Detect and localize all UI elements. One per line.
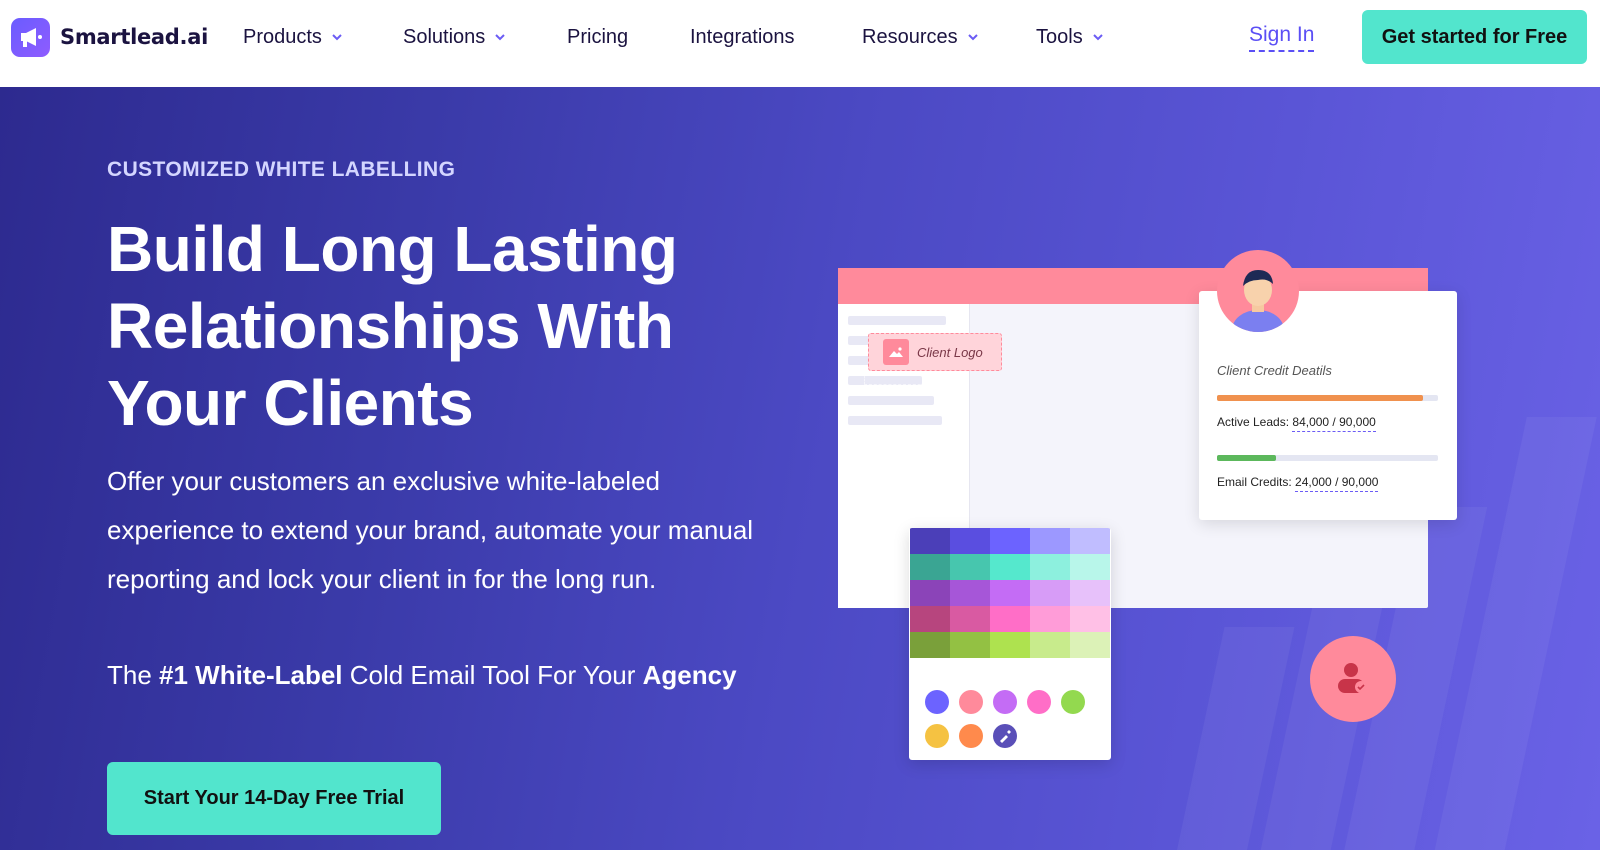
color-dot[interactable] <box>1061 690 1085 714</box>
color-swatch[interactable] <box>950 606 990 632</box>
swatch-grid <box>910 528 1111 658</box>
user-check-badge <box>1310 636 1396 722</box>
color-swatch[interactable] <box>950 580 990 606</box>
eyedropper-icon <box>1000 730 1011 743</box>
color-dot[interactable] <box>1027 690 1051 714</box>
user-check-icon <box>1338 663 1367 693</box>
nav-label: Solutions <box>403 25 486 48</box>
color-swatch[interactable] <box>950 632 990 658</box>
person-icon <box>1232 270 1284 332</box>
client-logo-placeholder: Client Logo <box>868 333 1002 371</box>
brand-name: Smartlead.ai <box>60 25 208 49</box>
tagline-middle: Cold Email Tool For Your <box>342 660 643 690</box>
color-swatch[interactable] <box>990 606 1030 632</box>
color-swatch[interactable] <box>1030 528 1070 554</box>
nav-products[interactable]: Products <box>243 24 344 50</box>
nav-label: Integrations <box>690 25 795 48</box>
hero-tagline: The #1 White-Label Cold Email Tool For Y… <box>107 660 737 691</box>
color-swatch[interactable] <box>910 554 950 580</box>
get-started-button[interactable]: Get started for Free <box>1362 10 1587 64</box>
color-dot[interactable] <box>959 724 983 748</box>
color-swatch[interactable] <box>910 528 950 554</box>
color-swatch[interactable] <box>990 554 1030 580</box>
chevron-down-icon <box>332 34 342 41</box>
email-credits-bar <box>1217 455 1438 461</box>
color-swatch[interactable] <box>910 606 950 632</box>
color-dots <box>925 690 1085 748</box>
color-swatch[interactable] <box>910 632 950 658</box>
active-leads-value: 84,000 / 90,000 <box>1292 415 1376 432</box>
hero-headline: Build Long Lasting Relationships With Yo… <box>107 213 678 439</box>
nav-label: Products <box>243 25 322 48</box>
color-swatch[interactable] <box>910 580 950 606</box>
color-swatch[interactable] <box>1070 580 1110 606</box>
nav-resources[interactable]: Resources <box>862 24 980 50</box>
email-credits-stat: Email Credits: 24,000 / 90,000 <box>1217 475 1379 492</box>
placeholder-line <box>848 416 942 425</box>
nav-label: Resources <box>862 25 958 48</box>
color-swatch[interactable] <box>950 554 990 580</box>
color-palette-panel <box>909 528 1111 760</box>
tagline-strong-1: #1 White-Label <box>159 660 343 690</box>
active-leads-bar <box>1217 395 1438 401</box>
hero-eyebrow: CUSTOMIZED WHITE LABELLING <box>107 158 456 181</box>
nav-pricing[interactable]: Pricing <box>567 24 628 50</box>
email-credits-label: Email Credits: <box>1217 475 1292 489</box>
color-dot[interactable] <box>925 724 949 748</box>
tagline-strong-2: Agency <box>642 660 737 690</box>
sign-in-link[interactable]: Sign In <box>1249 23 1315 52</box>
color-dot[interactable] <box>925 690 949 714</box>
hero-description: Offer your customers an exclusive white-… <box>107 466 754 594</box>
top-nav: Smartlead.ai Products Solutions Pricing … <box>0 0 1600 87</box>
chevron-down-icon <box>967 34 978 41</box>
email-credits-bar-fill <box>1217 455 1276 461</box>
active-leads-label: Active Leads: <box>1217 415 1290 429</box>
color-swatch[interactable] <box>990 632 1030 658</box>
dashed-outline <box>864 375 950 385</box>
nav-label: Pricing <box>567 25 629 48</box>
color-swatch[interactable] <box>1070 528 1110 554</box>
color-swatch[interactable] <box>1070 632 1110 658</box>
nav-label: Tools <box>1036 25 1083 48</box>
color-swatch[interactable] <box>1030 632 1070 658</box>
nav-integrations[interactable]: Integrations <box>690 24 795 50</box>
color-dot[interactable] <box>993 690 1017 714</box>
color-swatch[interactable] <box>1030 580 1070 606</box>
chevron-down-icon <box>1092 34 1103 41</box>
chevron-down-icon <box>495 34 505 41</box>
placeholder-line <box>848 316 946 325</box>
custom-color-dot[interactable] <box>993 724 1017 748</box>
card-title: Client Credit Deatils <box>1217 363 1332 378</box>
color-swatch[interactable] <box>1070 554 1110 580</box>
color-swatch[interactable] <box>990 580 1030 606</box>
placeholder-line <box>848 396 934 405</box>
color-swatch[interactable] <box>950 528 990 554</box>
color-swatch[interactable] <box>990 528 1030 554</box>
color-swatch[interactable] <box>1030 554 1070 580</box>
start-trial-button[interactable]: Start Your 14-Day Free Trial <box>107 762 441 835</box>
tagline-prefix: The <box>107 660 160 690</box>
color-swatch[interactable] <box>1070 606 1110 632</box>
client-avatar <box>1217 250 1299 332</box>
email-credits-value: 24,000 / 90,000 <box>1295 475 1379 492</box>
client-logo-label: Client Logo <box>917 344 983 360</box>
image-icon <box>883 339 909 365</box>
color-swatch[interactable] <box>1030 606 1070 632</box>
megaphone-icon <box>11 17 50 57</box>
active-leads-stat: Active Leads: 84,000 / 90,000 <box>1217 415 1376 432</box>
nav-solutions[interactable]: Solutions <box>403 24 507 50</box>
brand-logo[interactable]: Smartlead.ai <box>11 17 208 57</box>
color-dot[interactable] <box>959 690 983 714</box>
active-leads-bar-fill <box>1217 395 1424 401</box>
nav-tools[interactable]: Tools <box>1036 24 1105 50</box>
